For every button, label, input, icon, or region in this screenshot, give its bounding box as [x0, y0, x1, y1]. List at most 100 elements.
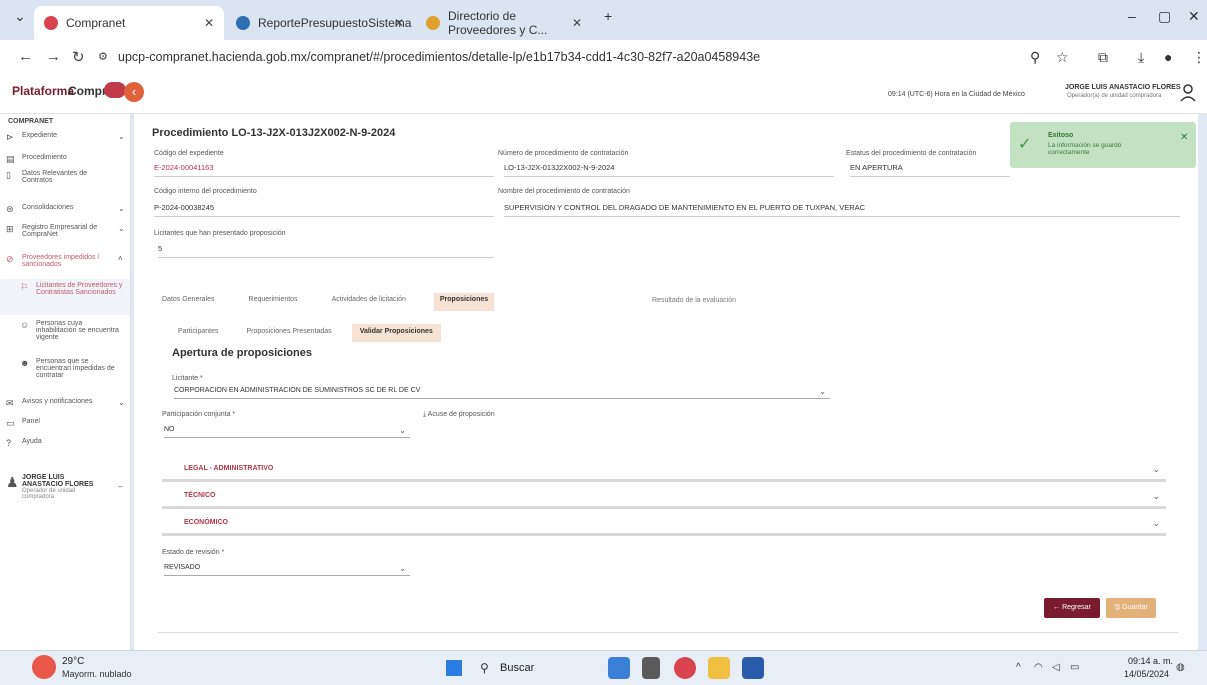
- accordion-economico-label: ECONÓMICO: [184, 519, 228, 526]
- accordion-economico[interactable]: ECONÓMICO ⌄: [162, 512, 1166, 536]
- search-label: Buscar: [500, 662, 535, 674]
- tab-participantes[interactable]: Participantes: [170, 324, 226, 342]
- sidebar-item-ayuda[interactable]: ? Ayuda: [6, 438, 42, 448]
- reporte-favicon-icon: [236, 16, 250, 30]
- clock-time[interactable]: 09:14 a. m.: [1128, 656, 1173, 666]
- toast-close-icon[interactable]: ✕: [1180, 132, 1188, 143]
- app-header: Plataforma Compra ‹ 09:14 (UTC-6) Hora e…: [0, 74, 1207, 114]
- tab-validar-proposiciones[interactable]: Validar Proposiciones: [351, 324, 441, 342]
- battery-icon[interactable]: ▭: [1070, 662, 1079, 673]
- sidebar-item-panel[interactable]: ▭ Panel: [6, 418, 40, 429]
- chevron-down-icon: ⌄: [1152, 491, 1160, 501]
- maximize-icon[interactable]: ▢: [1158, 8, 1171, 25]
- weather-desc[interactable]: Mayorm. nublado: [62, 669, 132, 679]
- acuse-link[interactable]: ⤓ Acuse de proposición: [423, 411, 495, 419]
- minimize-icon[interactable]: –: [1128, 8, 1136, 24]
- reload-icon[interactable]: ↻: [72, 48, 85, 66]
- volume-icon[interactable]: ◁: [1052, 662, 1060, 673]
- notification-icon[interactable]: ◍: [1176, 662, 1185, 673]
- tab-list-icon[interactable]: ⌄: [14, 8, 26, 25]
- chevron-down-icon: ⌄: [1152, 518, 1160, 528]
- tab-resultado[interactable]: Resultado de la evaluación: [652, 297, 736, 304]
- sidebar-item-impedidas[interactable]: ☻ Personas que se encuentran impedidas d…: [20, 358, 124, 379]
- browser-tab-compranet[interactable]: Compranet ✕: [34, 6, 224, 40]
- codigo-interno-label: Código interno del procedimiento: [154, 188, 257, 195]
- profile-icon[interactable]: ●: [1164, 49, 1172, 65]
- back-icon[interactable]: ←: [18, 48, 33, 65]
- browser-tab-label: Compranet: [66, 16, 126, 30]
- extensions-icon[interactable]: ⧉: [1098, 49, 1108, 66]
- user-icon: ♟: [6, 474, 19, 490]
- nombre-procedimiento-label: Nombre del procedimiento de contratación: [498, 188, 630, 195]
- guardar-button[interactable]: 🖫 Guardar: [1106, 598, 1156, 618]
- search-icon: ⚲: [480, 661, 489, 675]
- page-title: Procedimiento LO-13-J2X-013J2X002-N-9-20…: [152, 127, 396, 139]
- sidebar-item-procedimiento[interactable]: ▤ Procedimiento: [6, 154, 67, 165]
- bookmark-star-icon[interactable]: ☆: [1056, 49, 1069, 66]
- sidebar-item-datos-relevantes[interactable]: ▯ Datos Relevantes de Contratos: [6, 170, 116, 184]
- close-tab-icon[interactable]: ✕: [394, 16, 404, 30]
- tab-proposiciones[interactable]: Proposiciones: [433, 293, 495, 311]
- directorio-favicon-icon: [426, 16, 440, 30]
- sidebar-item-proveedores-impedidos[interactable]: ⊘ Proveedores impedidos / sancionados ˄: [6, 254, 123, 268]
- licitante-select[interactable]: CORPORACION EN ADMINISTRACION DE SUMINIS…: [174, 387, 830, 399]
- new-tab-button[interactable]: +: [604, 8, 612, 24]
- estado-revision-label: Estado de revisión *: [162, 549, 225, 556]
- user-menu-icon[interactable]: –: [118, 482, 122, 491]
- taskbar-app-icon[interactable]: [642, 657, 660, 679]
- zoom-icon[interactable]: ⚲: [1030, 49, 1040, 66]
- sub-tabs: Participantes Proposiciones Presentadas …: [170, 324, 453, 342]
- url-field[interactable]: upcp-compranet.hacienda.gob.mx/compranet…: [118, 50, 760, 64]
- browser-tab-directorio[interactable]: Directorio de Proveedores y C... ✕: [416, 6, 592, 40]
- download-icon[interactable]: ⤓: [1138, 49, 1144, 66]
- toast-title: Exitoso: [1048, 132, 1074, 139]
- tab-datos-generales[interactable]: Datos Generales: [156, 293, 221, 311]
- collapse-sidebar-button[interactable]: ‹: [124, 82, 144, 102]
- menu-icon[interactable]: ⋮: [1192, 49, 1206, 66]
- sidebar-item-expediente[interactable]: ⊳ Expediente ⌄: [6, 132, 125, 143]
- accordion-legal[interactable]: LEGAL - ADMINISTRATIVO ⌄: [162, 458, 1166, 482]
- weather-icon[interactable]: [32, 655, 56, 679]
- taskbar-search[interactable]: ⚲ Buscar: [470, 657, 570, 679]
- sanction-icon: ⚐: [20, 282, 29, 292]
- sidebar-item-consolidaciones[interactable]: ⊜ Consolidaciones ⌄: [6, 204, 125, 215]
- taskbar-app-icon[interactable]: [608, 657, 630, 679]
- word-icon[interactable]: [742, 657, 764, 679]
- browser-tab-label: Directorio de Proveedores y C...: [448, 9, 548, 37]
- regresar-button[interactable]: ← Regresar: [1044, 598, 1100, 618]
- clock-date[interactable]: 14/05/2024: [1124, 669, 1169, 679]
- sidebar-item-inhabilitacion[interactable]: ☺ Personas cuya inhabilitación se encuen…: [20, 320, 124, 341]
- acuse-label: Acuse de proposición: [427, 411, 495, 418]
- browser-tab-reporte[interactable]: ReportePresupuestoSistema ✕: [226, 6, 414, 40]
- sidebar-item-registro[interactable]: ⊞ Registro Empresarial de CompraNet ⌄: [6, 224, 125, 238]
- close-tab-icon[interactable]: ✕: [204, 16, 214, 30]
- wifi-icon[interactable]: ◠: [1034, 662, 1043, 673]
- mail-icon: ✉: [6, 398, 14, 408]
- codigo-expediente-link[interactable]: E-2024-00041163: [154, 163, 494, 177]
- numero-procedimiento-value: LO-13-J2X-013J2X002-N-9-2024: [504, 163, 834, 177]
- tab-requerimientos[interactable]: Requerimientos: [243, 293, 304, 311]
- chrome-icon[interactable]: [674, 657, 696, 679]
- close-tab-icon[interactable]: ✕: [572, 16, 582, 30]
- licitantes-label: Licitantes que han presentado proposició…: [154, 230, 286, 237]
- close-window-icon[interactable]: ✕: [1188, 8, 1200, 25]
- site-settings-icon[interactable]: ⚙: [98, 50, 108, 63]
- sidebar-item-avisos[interactable]: ✉ Avisos y notificaciones ⌄: [6, 398, 125, 409]
- estado-revision-select[interactable]: REVISADO ⌄: [164, 564, 410, 576]
- logo-text: Plataforma: [12, 84, 75, 98]
- tray-chevron-icon[interactable]: ^: [1016, 662, 1021, 673]
- chevron-up-icon: ˄: [118, 254, 123, 263]
- tab-proposiciones-presentadas[interactable]: Proposiciones Presentadas: [238, 324, 339, 342]
- tab-actividades[interactable]: Actividades de licitación: [326, 293, 412, 311]
- forward-icon[interactable]: →: [46, 48, 61, 65]
- sidebar-item-licitantes-sancionados[interactable]: ⚐ Licitantes de Proveedores y Contratist…: [20, 282, 124, 296]
- windows-start-icon[interactable]: [446, 660, 462, 676]
- accordion-tecnico[interactable]: TÉCNICO ⌄: [162, 485, 1166, 509]
- weather-temp[interactable]: 29°C: [62, 656, 84, 667]
- file-explorer-icon[interactable]: [708, 657, 730, 679]
- sidebar-user[interactable]: ♟ JORGE LUIS ANASTACIO FLORES Operador d…: [6, 474, 124, 500]
- user-avatar-icon[interactable]: [1180, 84, 1196, 102]
- chevron-down-icon: ⌄: [399, 426, 406, 435]
- logo-badge: [104, 82, 126, 98]
- participacion-select[interactable]: NO ⌄: [164, 426, 410, 438]
